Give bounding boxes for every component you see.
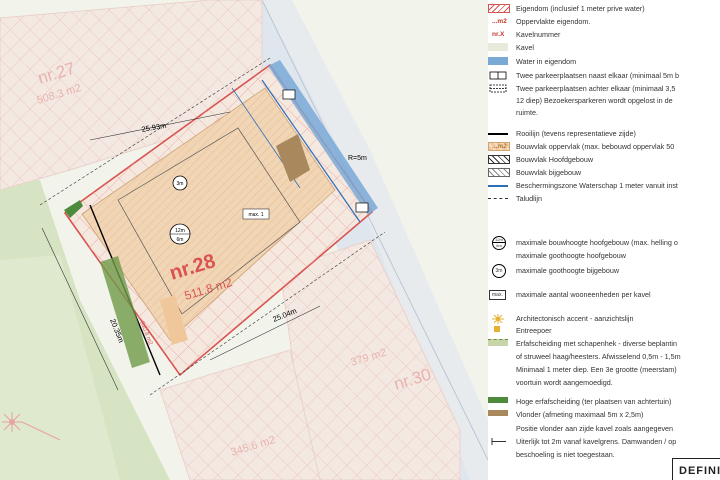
site-plan-map: nr.27 508.3 m2 nr.30 379 m2 345.6 m2 nr.… [0,0,488,480]
max-units-box: max. 1 [242,208,270,220]
legend-symbol-taludlijn [488,198,508,199]
legend-text-haag1: Erfafscheiding met schapenhek - diverse … [516,339,678,348]
legend-item-parkeer1: Twee parkeerplaatsen naast elkaar (minim… [488,71,720,81]
legend-symbol-parkeer2 [488,84,508,93]
map-stage: nr.27 508.3 m2 nr.30 379 m2 345.6 m2 nr.… [0,0,720,480]
legend-symbol-uiterlijk [488,437,508,445]
legend-text-oppervlakte: Oppervlakte eigendom. [516,17,591,26]
legend-text-hoofdgebouw: Bouwvlak Hoofdgebouw [516,155,594,164]
legend-text-parkeer3: 12 diep) Bezoekersparkeren wordt opgelos… [516,96,673,105]
legend-item-entree: Entreepoer [488,326,720,336]
legend-item-parkeer2: Twee parkeerplaatsen achter elkaar (mini… [488,84,720,94]
legend-item-kavelnummer: nr.X Kavelnummer [488,30,720,40]
bouwhoogte-bottom: 6m [177,237,184,243]
legend-item-wooneenheden: max. maximale aantal wooneenheden per kav… [488,290,720,300]
legend-text-uiterlijk: Uiterlijk tot 2m vanaf kavelgrens. Damwa… [516,437,677,446]
legend-text-bouwvlak: Bouwvlak oppervlak (max. bebouwd oppervl… [516,142,675,151]
legend-symbol-goothoogte-bij: 3m [492,264,506,278]
legend-item-hoofdgebouw: Bouwvlak Hoofdgebouw [488,155,720,165]
legend-symbol-wooneenheden: max. [489,290,506,300]
legend-item-haag4: voortuin wordt aangemoedigd. [488,378,720,388]
parking-marker-1 [282,89,296,100]
legend-item-taludlijn: Taludlijn [488,194,720,204]
legend-symbol-bijgebouw [488,168,510,177]
legend-text-goothoogte-hoofd: maximale goothoogte hoofgebouw [516,251,626,260]
legend-item-haag1: Erfafscheiding met schapenhek - diverse … [488,339,720,349]
legend-symbol-parkeer1 [488,71,508,80]
legend-text-bouwhoogte: maximale bouwhoogte hoofgebouw (max. hel… [516,238,678,247]
legend-prefix-oppervlakte: ...m2 [492,18,507,25]
bouwhoogte-marker: 12m 6m [169,223,191,245]
max-units-text: max. 1 [248,212,263,218]
legend-text-parkeer4: ruimte. [516,108,538,117]
legend-symbol-kavel [488,43,508,51]
legend-item-goothoogte-hoofd: maximale goothoogte hoofgebouw [488,251,720,261]
legend-text-water: Water in eigendom [516,57,577,66]
legend-symbol-eigendom [488,4,510,13]
legend-prefix-kavelnummer: nr.X [492,31,505,38]
bouwhoogte-top: 12m [175,228,185,234]
legend-text-taludlijn: Taludlijn [516,194,542,203]
legend-item-kavel: Kavel [488,43,720,53]
legend-item-beschermingszone: Beschermingszone Waterschap 1 meter vanu… [488,181,720,191]
legend-symbol-vlonder [488,410,508,416]
legend-item-haag2: of struweel haag/heesters. Afwisselend 0… [488,352,720,362]
legend-text-wooneenheden: maximale aantal wooneenheden per kavel [516,290,651,299]
legend-item-goothoogte-bij: 3m maximale goothoogte bijgebouw [488,264,720,278]
legend-text-accent: Architectonisch accent - aanzichtslijn [516,314,634,323]
legend-item-bouwhoogte: 12m 6m maximale bouwhoogte hoofgebouw (max… [488,236,720,250]
legend-symbol-beschermingszone [488,185,508,187]
legend-text-vlonder: Vlonder (afmeting maximaal 5m x 2,5m) [516,410,644,419]
legend-item-water: Water in eigendom [488,57,720,67]
legend-item-bijgebouw: Bouwvlak bijgebouw [488,168,720,178]
legend-text-kavel: Kavel [516,43,534,52]
goothoogte-marker: 3m [172,175,188,191]
legend-item-bouwvlak: ...m2 Bouwvlak oppervlak (max. bebouwd op… [488,142,720,152]
legend-text-haag4: voortuin wordt aangemoedigd. [516,378,613,387]
legend-item-haag3: Minimaal 1 meter diep. Een 3e grootte (m… [488,365,720,375]
legend-symbol-water [488,57,508,65]
legend-symbol-rooilijn [488,133,508,135]
legend-text-kavelnummer: Kavelnummer [516,30,561,39]
legend-item-vlonder: Vlonder (afmeting maximaal 5m x 2,5m) [488,410,720,420]
legend-item-accent: Architectonisch accent - aanzichtslijn [488,314,720,324]
legend-text-bijgebouw: Bouwvlak bijgebouw [516,168,582,177]
legend-text-beschoeling: beschoeling is niet toegestaan. [516,450,615,459]
legend-item-parkeer3: 12 diep) Bezoekersparkeren wordt opgelos… [488,96,720,106]
legend-prefix-bouwvlak: ...m2 [492,143,507,150]
legend-symbol-accent [488,314,508,324]
legend-item-uiterlijk: Uiterlijk tot 2m vanaf kavelgrens. Damwa… [488,437,720,447]
legend-item-hoog: Hoge erfafscheiding (ter plaatsen van ac… [488,397,720,407]
legend-symbol-bouwhoogte: 12m 6m [492,236,506,250]
definitief-stamp: DEFINI [672,458,720,480]
legend-text-haag3: Minimaal 1 meter diep. Een 3e grootte (m… [516,365,677,374]
legend-item-vlonder2: Positie vlonder aan zijde kavel zoals aa… [488,424,720,434]
legend-symbol-hoofdgebouw [488,155,510,164]
legend-text-hoog: Hoge erfafscheiding (ter plaatsen van ac… [516,397,672,406]
legend-text-parkeer1: Twee parkeerplaatsen naast elkaar (minim… [516,71,679,80]
legend-text-parkeer2: Twee parkeerplaatsen achter elkaar (mini… [516,84,676,93]
legend-text-eigendom: Eigendom (inclusief 1 meter prive water) [516,4,645,13]
legend-symbol-haag1 [488,339,508,346]
legend-symbol-entree [494,326,500,332]
legend-item-eigendom: Eigendom (inclusief 1 meter prive water) [488,4,720,14]
parking-marker-2 [355,202,369,213]
legend-text-vlonder2: Positie vlonder aan zijde kavel zoals aa… [516,424,674,433]
legend-text-haag2: of struweel haag/heesters. Afwisselend 0… [516,352,681,361]
legend-text-goothoogte-bij: maximale goothoogte bijgebouw [516,266,620,275]
radius-label: R=5m [348,155,367,162]
legend-item-oppervlakte: ...m2 Oppervlakte eigendom. [488,17,720,27]
goothoogte-value: 3m [177,181,184,187]
legend-item-parkeer4: ruimte. [488,108,720,118]
legend-item-rooilijn: Rooilijn (tevens representatieve zijde) [488,129,720,139]
legend-symbol-hoog [488,397,508,403]
legend-text-entree: Entreepoer [516,326,552,335]
legend-text-rooilijn: Rooilijn (tevens representatieve zijde) [516,129,636,138]
legend-text-beschermingszone: Beschermingszone Waterschap 1 meter vanu… [516,181,678,190]
legend-panel: Eigendom (inclusief 1 meter prive water)… [488,0,720,480]
